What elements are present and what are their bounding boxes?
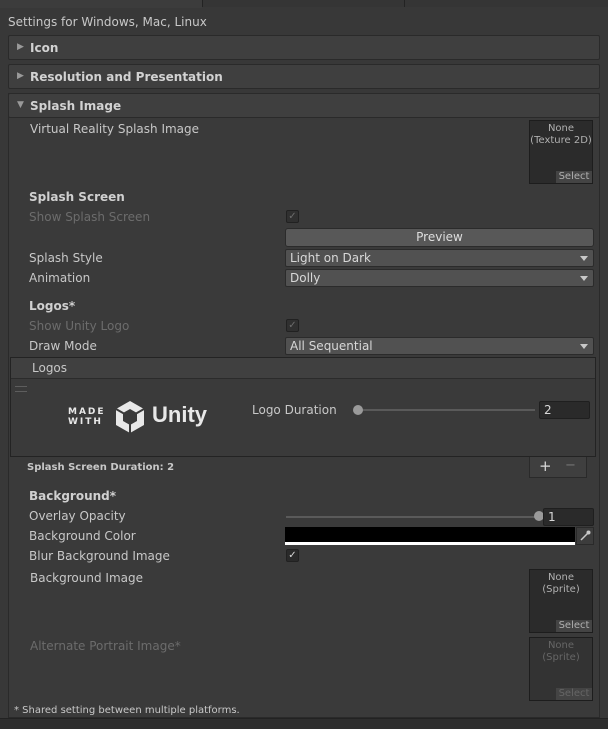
portrait-image-label: Alternate Portrait Image* [30, 639, 181, 653]
eyedropper-icon [580, 530, 591, 541]
draw-mode-dropdown[interactable]: All Sequential [285, 337, 594, 355]
section-icon[interactable]: ▶ Icon [8, 35, 600, 60]
draw-mode-label: Draw Mode [29, 339, 97, 353]
collapse-arrow-icon: ▼ [17, 100, 24, 110]
logos-heading: Logos* [29, 299, 76, 313]
overlay-opacity-label: Overlay Opacity [29, 509, 126, 523]
portrait-image-select-button[interactable]: Select [556, 688, 592, 700]
logo-duration-slider-track[interactable] [357, 409, 535, 411]
splash-style-dropdown[interactable]: Light on Dark [285, 249, 594, 267]
blur-background-label: Blur Background Image [29, 549, 170, 563]
remove-logo-button[interactable]: − [565, 458, 576, 473]
vr-splash-texture-field[interactable]: None (Texture 2D) Select [529, 120, 593, 184]
show-unity-logo-label: Show Unity Logo [29, 319, 130, 333]
tab-other[interactable] [404, 0, 608, 7]
background-image-label: Background Image [30, 571, 143, 585]
dropdown-caret-icon [580, 344, 588, 349]
section-icon-title: Icon [30, 41, 59, 55]
background-image-select-button[interactable]: Select [556, 620, 592, 632]
show-unity-logo-checkbox[interactable]: ✓ [286, 319, 299, 332]
animation-value: Dolly [290, 271, 321, 285]
background-heading: Background* [29, 489, 117, 503]
preview-button[interactable]: Preview [285, 228, 594, 247]
show-splash-checkbox[interactable]: ✓ [286, 210, 299, 223]
add-logo-button[interactable]: + [539, 457, 552, 475]
background-color-swatch[interactable] [285, 527, 575, 545]
dropdown-caret-icon [580, 276, 588, 281]
dropdown-caret-icon [580, 256, 588, 261]
tab-web[interactable] [202, 0, 405, 7]
expand-arrow-icon: ▶ [17, 71, 24, 81]
portrait-image-field[interactable]: None (Sprite) Select [529, 637, 593, 701]
logo-unity-text: Unity [152, 402, 207, 427]
logos-list-title: Logos [32, 361, 68, 375]
drag-handle-icon[interactable] [15, 386, 27, 392]
splash-duration-text: Splash Screen Duration: 2 [27, 462, 175, 473]
show-splash-label: Show Splash Screen [29, 210, 151, 224]
overlay-opacity-field[interactable]: 1 [543, 508, 594, 526]
vr-splash-label: Virtual Reality Splash Image [30, 122, 200, 136]
section-splash-title: Splash Image [30, 99, 122, 113]
section-resolution[interactable]: ▶ Resolution and Presentation [8, 64, 600, 89]
section-splash-image[interactable]: ▼ Splash Image [8, 93, 600, 118]
vr-splash-select-button[interactable]: Select [556, 171, 592, 183]
draw-mode-value: All Sequential [290, 339, 373, 353]
platform-settings-title: Settings for Windows, Mac, Linux [8, 15, 207, 29]
section-resolution-title: Resolution and Presentation [30, 70, 223, 84]
list-add-remove-footer: + − [529, 457, 587, 478]
made-with-unity-logo: MADE WITH Unity [66, 396, 216, 438]
eyedropper-button[interactable] [576, 527, 594, 545]
splash-style-label: Splash Style [29, 251, 103, 265]
expand-arrow-icon: ▶ [17, 42, 24, 52]
overlay-opacity-slider-track[interactable] [286, 516, 536, 518]
animation-dropdown[interactable]: Dolly [285, 269, 594, 287]
background-color-label: Background Color [29, 529, 136, 543]
logo-duration-slider-knob[interactable] [353, 405, 363, 415]
logo-made-text: MADE [68, 407, 106, 417]
portrait-image-name: None (Sprite) [542, 640, 580, 663]
background-image-name: None (Sprite) [542, 572, 580, 595]
tab-standalone[interactable] [0, 0, 202, 8]
logo-duration-field[interactable]: 2 [539, 401, 590, 419]
logo-with-text: WITH [68, 417, 103, 427]
blur-background-checkbox[interactable]: ✓ [286, 549, 299, 562]
logos-list-header: Logos [11, 358, 595, 379]
splash-style-value: Light on Dark [290, 251, 371, 265]
unity-cube-icon [115, 401, 145, 433]
animation-label: Animation [29, 271, 91, 285]
splash-screen-heading: Splash Screen [29, 190, 125, 204]
logo-duration-label: Logo Duration [252, 403, 337, 417]
background-image-field[interactable]: None (Sprite) Select [529, 569, 593, 633]
bottom-section-edge [0, 718, 608, 729]
vr-splash-texture-name: None (Texture 2D) [530, 123, 592, 146]
shared-setting-footnote: * Shared setting between multiple platfo… [14, 705, 240, 716]
